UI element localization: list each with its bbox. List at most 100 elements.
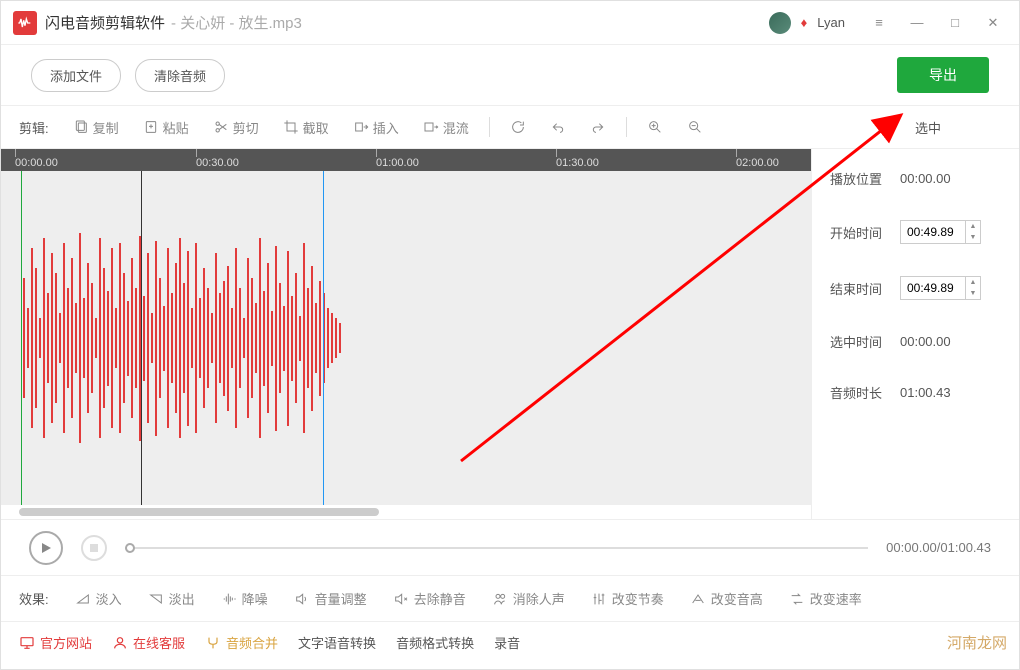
fade-in-button[interactable]: 淡入 [65,585,132,612]
duration-row: 音频时长 01:00.43 [830,383,1001,402]
selection-end-marker[interactable] [323,171,324,505]
stop-button[interactable] [81,535,107,561]
timeline-area: 00:00.00 00:30.00 01:00.00 01:30.00 02:0… [1,149,811,519]
merge-icon [205,635,221,651]
insert-icon [353,119,369,135]
menu-button[interactable]: ≡ [865,9,893,37]
merge-link[interactable]: 音频合并 [205,633,278,652]
edit-label: 剪辑: [19,118,49,137]
start-time-row: 开始时间 ▲▼ [830,220,1001,244]
edit-toolbar: 剪辑: 复制 粘贴 剪切 截取 插入 混流 选中 [1,105,1019,149]
ruler-tick: 02:00.00 [736,149,779,171]
fade-out-button[interactable]: 淡出 [138,585,205,612]
volume-icon [294,591,310,607]
reload-button[interactable] [500,115,536,139]
crop-button[interactable]: 截取 [273,114,339,141]
playback-bar: 00:00.00/01:00.43 [1,519,1019,575]
title-bar: 闪电音频剪辑软件 - 关心妍 - 放生.mp3 ♦ Lyan ≡ — □ ✕ [1,1,1019,45]
website-link[interactable]: 官方网站 [19,633,92,652]
app-logo [13,11,37,35]
step-up-icon[interactable]: ▲ [966,277,980,288]
trim-silence-button[interactable]: 去除静音 [383,585,476,612]
format-link[interactable]: 音频格式转换 [396,633,474,652]
copy-button[interactable]: 复制 [63,114,129,141]
selected-label: 选中 [915,118,1001,137]
record-link[interactable]: 录音 [494,633,520,652]
close-button[interactable]: ✕ [979,9,1007,37]
time-display: 00:00.00/01:00.43 [886,540,991,555]
denoise-icon [221,591,237,607]
waveform-bars [23,171,341,505]
undo-button[interactable] [540,115,576,139]
progress-thumb[interactable] [125,543,135,553]
selected-time-row: 选中时间 00:00.00 [830,332,1001,351]
step-down-icon[interactable]: ▼ [966,232,980,243]
zoom-out-icon [687,119,703,135]
waveform-canvas[interactable] [1,171,811,505]
ruler-tick: 01:00.00 [376,149,419,171]
pitch-icon [690,591,706,607]
fade-out-icon [148,591,164,607]
tts-link[interactable]: 文字语音转换 [298,633,376,652]
step-up-icon[interactable]: ▲ [966,221,980,232]
effects-label: 效果: [19,589,49,608]
volume-button[interactable]: 音量调整 [284,585,377,612]
support-icon [112,635,128,651]
horizontal-scrollbar[interactable] [1,505,811,519]
avatar[interactable] [769,12,791,34]
info-panel: 播放位置 00:00.00 开始时间 ▲▼ 结束时间 ▲▼ 选中时间 00:00… [811,149,1019,519]
speed-icon [789,591,805,607]
end-time-row: 结束时间 ▲▼ [830,276,1001,300]
cut-button[interactable]: 剪切 [203,114,269,141]
play-button[interactable] [29,531,63,565]
fade-in-icon [75,591,91,607]
insert-button[interactable]: 插入 [343,114,409,141]
start-time-input[interactable]: ▲▼ [900,220,981,244]
stop-icon [90,544,98,552]
time-ruler[interactable]: 00:00.00 00:30.00 01:00.00 01:30.00 02:0… [1,149,811,171]
support-link[interactable]: 在线客服 [112,633,185,652]
main-area: 00:00.00 00:30.00 01:00.00 01:30.00 02:0… [1,149,1019,519]
crop-icon [283,119,299,135]
denoise-button[interactable]: 降噪 [211,585,278,612]
end-time-input[interactable]: ▲▼ [900,276,981,300]
step-down-icon[interactable]: ▼ [966,288,980,299]
pitch-button[interactable]: 改变音高 [680,585,773,612]
clear-audio-button[interactable]: 清除音频 [135,59,225,92]
tempo-button[interactable]: 改变节奏 [581,585,674,612]
speed-button[interactable]: 改变速率 [779,585,872,612]
watermark: 河南龙网 [947,632,1007,653]
mix-button[interactable]: 混流 [413,114,479,141]
top-toolbar: 添加文件 清除音频 导出 [1,45,1019,105]
app-title: 闪电音频剪辑软件 [45,12,165,33]
ruler-tick: 01:30.00 [556,149,599,171]
zoom-out-button[interactable] [677,115,713,139]
paste-button[interactable]: 粘贴 [133,114,199,141]
add-file-button[interactable]: 添加文件 [31,59,121,92]
copy-icon [73,119,89,135]
separator [489,117,490,137]
remove-vocal-button[interactable]: 消除人声 [482,585,575,612]
playhead[interactable] [141,171,142,505]
selection-start-marker[interactable] [21,171,22,505]
monitor-icon [19,635,35,651]
redo-button[interactable] [580,115,616,139]
progress-slider[interactable] [125,547,868,549]
undo-icon [550,119,566,135]
export-button[interactable]: 导出 [897,57,989,93]
minimize-button[interactable]: — [903,9,931,37]
reload-icon [510,119,526,135]
gem-icon: ♦ [801,15,808,30]
effects-bar: 效果: 淡入 淡出 降噪 音量调整 去除静音 消除人声 改变节奏 改变音高 改变… [1,575,1019,621]
play-icon [40,542,52,554]
username[interactable]: Lyan [817,15,845,30]
scissors-icon [213,119,229,135]
file-name: - 关心妍 - 放生.mp3 [171,12,302,33]
scroll-thumb[interactable] [19,508,379,516]
maximize-button[interactable]: □ [941,9,969,37]
zoom-in-button[interactable] [637,115,673,139]
mix-icon [423,119,439,135]
ruler-tick: 00:30.00 [196,149,239,171]
footer-bar: 官方网站 在线客服 音频合并 文字语音转换 音频格式转换 录音 河南龙网 [1,621,1019,663]
ruler-tick: 00:00.00 [15,149,58,171]
